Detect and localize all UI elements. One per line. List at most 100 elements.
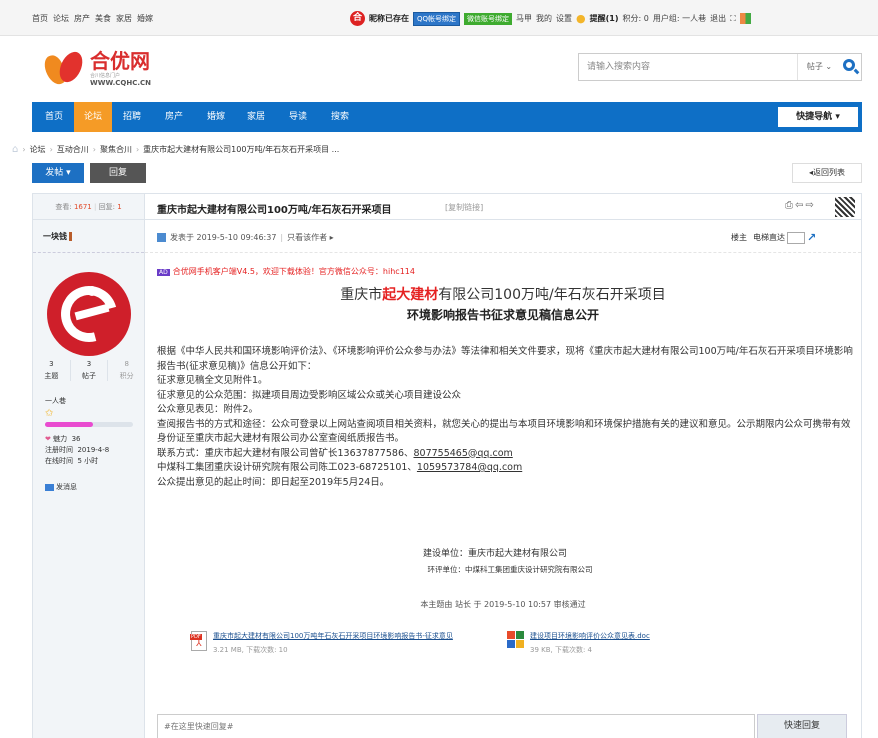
expand-icon[interactable]: ⛶ xyxy=(730,14,736,24)
new-post-label: 发帖 xyxy=(45,168,64,178)
print-icon[interactable]: ⎙ xyxy=(785,200,795,211)
nav-item-furnishing[interactable]: 家居 xyxy=(242,102,270,132)
grid-icon[interactable] xyxy=(739,13,751,24)
site-logo[interactable]: 合优网 合川信息门户 WWW.CQHC.CN xyxy=(41,47,151,89)
attachment-meta: 3.21 MB, 下载次数: 10 xyxy=(213,646,288,654)
level-progress-fill xyxy=(45,422,94,427)
top-link-wedding[interactable]: 婚嫁 xyxy=(137,13,153,24)
post-paragraph: 征求意见的公众范围：拟建项目周边受影响区域公众或关心项目建设公众 xyxy=(157,389,462,401)
top-bar: 首页 论坛 房产 美食 家居 婚嫁 合 昵称已存在 QQ帐号绑定 微信账号绑定 … xyxy=(0,0,878,36)
nav-item-guide[interactable]: 导读 xyxy=(284,102,312,132)
author-name[interactable]: 一块钱 xyxy=(33,220,144,253)
nav-item-house[interactable]: 房产 xyxy=(160,102,188,132)
attachment-item: 建设项目环境影响评价公众意见表.doc 39 KB, 下载次数: 4 xyxy=(507,631,650,655)
post-paragraph: 中煤科工集团重庆设计研究院有限公司陈工023-68725101、10595737… xyxy=(157,462,523,473)
qq-bind-button[interactable]: QQ帐号绑定 xyxy=(413,11,461,26)
post-paragraph: 征求意见稿全文见附件1。 xyxy=(157,375,268,386)
register-date: 2019-4-8 xyxy=(77,446,110,454)
post-paragraph: 根据《中华人民共和国环境影响评价法》、《环境影响评价公众参与办法》等法律和相关文… xyxy=(157,346,853,372)
topics-count[interactable]: 3 主题 xyxy=(33,360,71,381)
page-wrapper: 合优网 合川信息门户 WWW.CQHC.CN 帖子 ⌄ 首页 论坛 招聘 房产 … xyxy=(32,36,862,132)
copy-link-button[interactable]: [复制链接] xyxy=(445,202,483,213)
level-progress xyxy=(45,422,133,427)
breadcrumb-forum[interactable]: 论坛 xyxy=(30,144,46,155)
doc-icon xyxy=(507,631,524,648)
send-message-link[interactable]: 发消息 xyxy=(45,482,77,492)
new-post-button[interactable]: 发帖 ▾ xyxy=(32,163,84,183)
post-subheading: 环境影响报告书征求意见稿信息公开 xyxy=(406,308,599,322)
author-sidebar: 查看: 1671 | 回复: 1 一块钱 3 主题 3 帖子 8 积分 一人巷 ✩ ❤… xyxy=(33,194,145,738)
main-nav: 首页 论坛 招聘 房产 婚嫁 家居 导读 搜索 快捷导航 ▾ xyxy=(32,102,862,132)
settings-link[interactable]: 设置 xyxy=(556,13,572,24)
nav-item-wedding[interactable]: 婚嫁 xyxy=(202,102,230,132)
top-link-food[interactable]: 美食 xyxy=(95,13,111,24)
post-body: 根据《中华人民共和国环境影响评价法》、《环境影响评价公众参与办法》等法律和相关文… xyxy=(157,345,857,490)
breadcrumb-board[interactable]: 聚焦合川 xyxy=(100,144,132,155)
username-link[interactable]: 马甲 xyxy=(516,13,532,24)
search-button[interactable] xyxy=(841,54,863,80)
chevron-down-icon: ▾ xyxy=(66,168,71,178)
posts-count[interactable]: 3 帖子 xyxy=(71,360,109,381)
nav-item-home[interactable]: 首页 xyxy=(42,102,66,132)
post-paragraph: 查阅报告书的方式和途径：公众可登录以上网站查阅项目相关资料，就您关心的提出与本项… xyxy=(157,418,851,445)
quick-reply-input[interactable] xyxy=(157,714,755,738)
quick-nav-label: 快捷导航 xyxy=(796,112,833,122)
app-promo[interactable]: AD 合优网手机客户端V4.5，欢迎下载体验！官方微信公众号：hihc114 xyxy=(157,266,415,277)
wechat-bind-button[interactable]: 微信账号绑定 xyxy=(464,12,513,25)
search-type-select[interactable]: 帖子 ⌄ xyxy=(797,54,841,80)
view-count: 1671 xyxy=(73,203,92,211)
points-menu[interactable]: 积分: 0 xyxy=(623,13,649,24)
nav-item-search[interactable]: 搜索 xyxy=(326,102,354,132)
thread-stats: 查看: 1671 | 回复: 1 xyxy=(33,194,144,220)
thread-title-row: 重庆市起大建材有限公司100万吨/年石灰石开采项目 [复制链接] ⎙⇦⇨ xyxy=(145,194,861,220)
pdf-icon: PDF ⅄ xyxy=(190,631,207,651)
nav-item-jobs[interactable]: 招聘 xyxy=(118,102,146,132)
author-only-link[interactable]: 只看该作者 xyxy=(287,233,327,242)
qr-code-icon[interactable] xyxy=(835,197,855,217)
breadcrumb-section[interactable]: 互动合川 xyxy=(57,144,89,155)
top-link-furnishing[interactable]: 家居 xyxy=(116,13,132,24)
eia-signature: 环评单位：中煤科工集团重庆设计研究院有限公司 xyxy=(427,565,593,574)
header: 合优网 合川信息门户 WWW.CQHC.CN 帖子 ⌄ xyxy=(32,36,862,100)
top-link-forum[interactable]: 论坛 xyxy=(53,13,69,24)
post-meta: 发表于 2019-5-10 09:46:37 | 只看该作者 ▸ 楼主 电梯直达 ↗ xyxy=(145,220,861,253)
review-note: 本主题由 站长 于 2019-5-10 10:57 审核通过 xyxy=(420,600,586,609)
next-icon[interactable]: ⇨ xyxy=(805,200,815,211)
email-link[interactable]: 1059573784@qq.com xyxy=(417,462,522,473)
email-link[interactable]: 807755465@qq.com xyxy=(414,448,513,459)
quick-nav-button[interactable]: 快捷导航 ▾ xyxy=(778,107,858,127)
floor-jump-input[interactable] xyxy=(787,231,805,244)
logout-link[interactable]: 退出 xyxy=(710,13,726,24)
site-logo-icon: 合 xyxy=(350,11,365,26)
home-icon[interactable]: ⌂ xyxy=(12,144,18,155)
nav-item-forum[interactable]: 论坛 xyxy=(74,102,112,132)
avatar[interactable] xyxy=(47,272,131,356)
quick-reply-button[interactable]: 快速回复 xyxy=(757,714,847,738)
search-input[interactable] xyxy=(579,54,785,80)
top-link-house[interactable]: 房产 xyxy=(74,13,90,24)
top-link-home[interactable]: 首页 xyxy=(32,13,48,24)
credits-count[interactable]: 8 积分 xyxy=(108,360,145,381)
back-to-list-button[interactable]: ◂返回列表 xyxy=(792,163,862,183)
prev-icon[interactable]: ⇦ xyxy=(795,200,805,211)
author-group[interactable]: 一人巷 xyxy=(45,396,66,406)
attachment-item: PDF ⅄ 重庆市起大建材有限公司100万吨年石灰石开采项目环境影响报告书-征求意… xyxy=(190,631,453,655)
attachment-link[interactable]: 重庆市起大建材有限公司100万吨年石灰石开采项目环境影响报告书-征求意见 xyxy=(213,631,453,641)
usergroup-menu[interactable]: 用户组: 一人巷 xyxy=(653,13,706,24)
my-menu[interactable]: 我的 xyxy=(536,13,552,24)
author-name-label: 一块钱 xyxy=(43,232,67,241)
chevron-down-icon: ▾ xyxy=(835,112,840,122)
breadcrumb-thread[interactable]: 重庆市起大建材有限公司100万吨/年石灰石开采项目 ... xyxy=(143,144,339,155)
star-icon: ✩ xyxy=(45,408,54,419)
logo-name: 合优网 xyxy=(90,48,150,73)
attachment-link[interactable]: 建设项目环境影响评价公众意见表.doc xyxy=(530,631,650,641)
post-paragraph: 公众意见表见：附件2。 xyxy=(157,404,259,415)
reminder-link[interactable]: 提醒(1) xyxy=(590,13,619,24)
floor-jump-go-icon[interactable]: ↗ xyxy=(807,231,816,244)
flag-icon xyxy=(69,232,72,241)
online-time: 5 小时 xyxy=(77,457,99,465)
reply-button[interactable]: 回复 xyxy=(90,163,146,183)
thread-toolbar: 发帖 ▾ 回复 ◂返回列表 xyxy=(32,163,862,185)
post-paragraph: 公众提出意见的起止时间：即日起至2019年5月24日。 xyxy=(157,476,390,488)
thread-container: 查看: 1671 | 回复: 1 一块钱 3 主题 3 帖子 8 积分 一人巷 ✩ ❤… xyxy=(32,193,862,738)
